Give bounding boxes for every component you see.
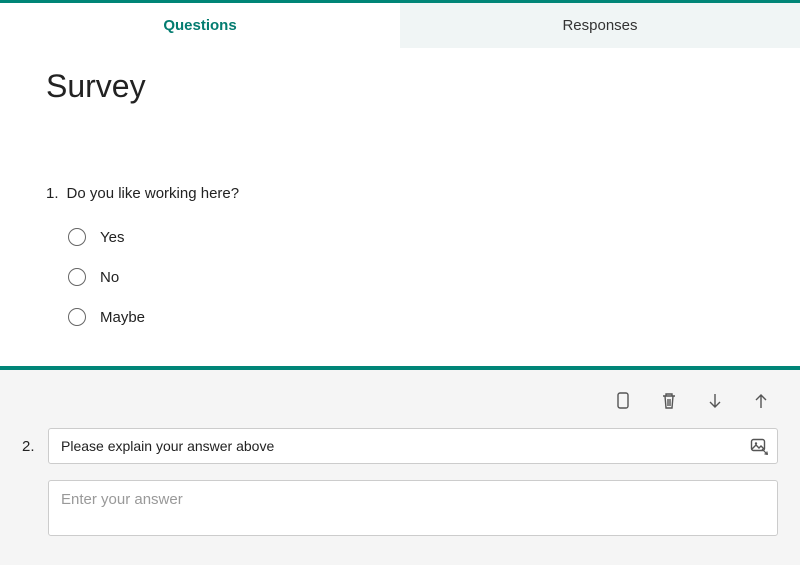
tab-bar: Questions Responses	[0, 0, 800, 48]
copy-icon[interactable]	[614, 392, 632, 410]
move-down-icon[interactable]	[706, 392, 724, 410]
question-2-editing-card: 2.	[0, 366, 800, 565]
tab-questions[interactable]: Questions	[0, 3, 400, 48]
question-1: 1. Do you like working here? Yes No Mayb…	[46, 185, 754, 326]
option-row[interactable]: Yes	[68, 228, 754, 246]
tab-responses[interactable]: Responses	[400, 3, 800, 48]
radio-icon[interactable]	[68, 308, 86, 326]
question-1-number: 1.	[46, 185, 59, 202]
insert-media-icon[interactable]	[750, 437, 768, 455]
question-1-text: Do you like working here?	[67, 185, 240, 202]
option-label: Maybe	[100, 309, 145, 326]
form-title[interactable]: Survey	[46, 68, 754, 105]
delete-icon[interactable]	[660, 392, 678, 410]
option-label: No	[100, 269, 119, 286]
option-label: Yes	[100, 229, 124, 246]
option-row[interactable]: Maybe	[68, 308, 754, 326]
question-2-number: 2.	[22, 438, 38, 455]
question-2-text-input[interactable]	[48, 428, 778, 464]
radio-icon[interactable]	[68, 228, 86, 246]
radio-icon[interactable]	[68, 268, 86, 286]
option-row[interactable]: No	[68, 268, 754, 286]
move-up-icon[interactable]	[752, 392, 770, 410]
question-toolbar	[22, 386, 778, 428]
answer-textarea[interactable]	[48, 480, 778, 536]
